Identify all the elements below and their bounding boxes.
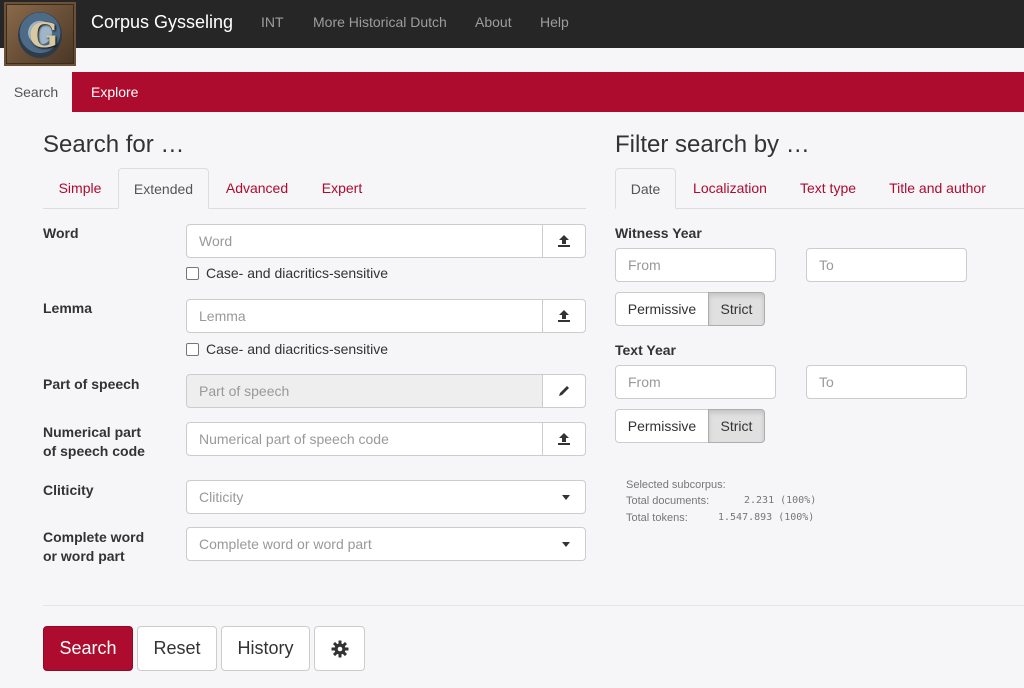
filter-heading: Filter search by … [615, 131, 810, 158]
upload-icon [558, 235, 570, 247]
search-button[interactable]: Search [43, 626, 133, 671]
upload-icon [558, 433, 570, 445]
main-tab-bar: Search Explore [0, 72, 1024, 112]
upload-icon [558, 310, 570, 322]
word-upload-button[interactable] [542, 224, 586, 258]
complete-word-label: Complete word or word part [43, 528, 144, 566]
lemma-case-label: Case- and diacritics-sensitive [206, 341, 389, 357]
actions-divider [43, 605, 1024, 606]
total-documents-value: 2.231 (100%) [744, 495, 817, 506]
total-tokens-value: 1.547.893 (100%) [718, 512, 815, 523]
word-case-label: Case- and diacritics-sensitive [206, 265, 389, 281]
filter-tab-date[interactable]: Date [615, 168, 676, 209]
tab-advanced[interactable]: Advanced [212, 168, 302, 209]
witness-year-strict-button[interactable]: Strict [708, 292, 765, 326]
logo-letter: G [29, 16, 59, 56]
nav-link-int[interactable]: INT [261, 14, 284, 30]
complete-word-label-line1: Complete word [43, 529, 145, 545]
chevron-down-icon [562, 542, 570, 547]
total-documents-label: Total documents: [626, 495, 710, 507]
cliticity-value: Cliticity [199, 489, 244, 505]
witness-year-to-input[interactable]: To [806, 248, 967, 282]
lemma-case-sensitive[interactable]: Case- and diacritics-sensitive [186, 341, 388, 357]
text-year-from-input[interactable]: From [615, 365, 776, 399]
word-input[interactable]: Word [186, 224, 543, 258]
text-year-strict-button[interactable]: Strict [708, 409, 765, 443]
pencil-icon [559, 386, 569, 396]
brand-title[interactable]: Corpus Gysseling [91, 12, 233, 33]
numpos-label-line2: of speech code [43, 443, 145, 459]
pos-label: Part of speech [43, 376, 140, 392]
word-case-checkbox[interactable] [186, 267, 199, 280]
site-logo[interactable]: G [4, 2, 76, 66]
filter-tab-localization[interactable]: Localization [680, 168, 780, 209]
tab-simple[interactable]: Simple [43, 168, 117, 209]
nav-link-about[interactable]: About [475, 14, 512, 30]
settings-button[interactable] [314, 626, 365, 671]
reset-button[interactable]: Reset [137, 626, 217, 671]
numpos-upload-button[interactable] [542, 422, 586, 456]
subcorpus-title: Selected subcorpus: [626, 479, 726, 491]
main-tab-search[interactable]: Search [0, 72, 72, 112]
tab-expert[interactable]: Expert [306, 168, 378, 209]
complete-word-select[interactable]: Complete word or word part [186, 527, 586, 561]
nav-link-help[interactable]: Help [540, 14, 569, 30]
total-tokens-label: Total tokens: [626, 512, 688, 524]
filter-tab-title-author[interactable]: Title and author [880, 168, 995, 209]
text-year-label: Text Year [615, 342, 676, 358]
text-year-permissive-button[interactable]: Permissive [615, 409, 709, 443]
search-heading: Search for … [43, 131, 185, 158]
numpos-label-line1: Numerical part [43, 424, 142, 440]
lemma-label: Lemma [43, 300, 93, 316]
chevron-down-icon [562, 495, 570, 500]
pos-input[interactable]: Part of speech [186, 374, 543, 408]
pos-edit-button[interactable] [542, 374, 586, 408]
witness-year-label: Witness Year [615, 225, 702, 241]
numpos-label: Numerical part of speech code [43, 423, 145, 461]
cliticity-select[interactable]: Cliticity [186, 480, 586, 514]
word-case-sensitive[interactable]: Case- and diacritics-sensitive [186, 265, 388, 281]
witness-year-from-input[interactable]: From [615, 248, 776, 282]
text-year-to-input[interactable]: To [806, 365, 967, 399]
nav-link-more-historical-dutch[interactable]: More Historical Dutch [313, 14, 447, 30]
cliticity-label: Cliticity [43, 482, 94, 498]
numpos-input[interactable]: Numerical part of speech code [186, 422, 543, 456]
filter-tab-text-type[interactable]: Text type [790, 168, 866, 209]
lemma-upload-button[interactable] [542, 299, 586, 333]
lemma-case-checkbox[interactable] [186, 343, 199, 356]
gear-icon [331, 640, 348, 658]
complete-word-label-line2: or word part [43, 548, 125, 564]
word-label: Word [43, 225, 79, 241]
history-button[interactable]: History [221, 626, 310, 671]
main-tab-explore[interactable]: Explore [91, 72, 138, 112]
lemma-input[interactable]: Lemma [186, 299, 543, 333]
witness-year-permissive-button[interactable]: Permissive [615, 292, 709, 326]
complete-word-value: Complete word or word part [199, 536, 372, 552]
tab-extended[interactable]: Extended [118, 168, 209, 209]
